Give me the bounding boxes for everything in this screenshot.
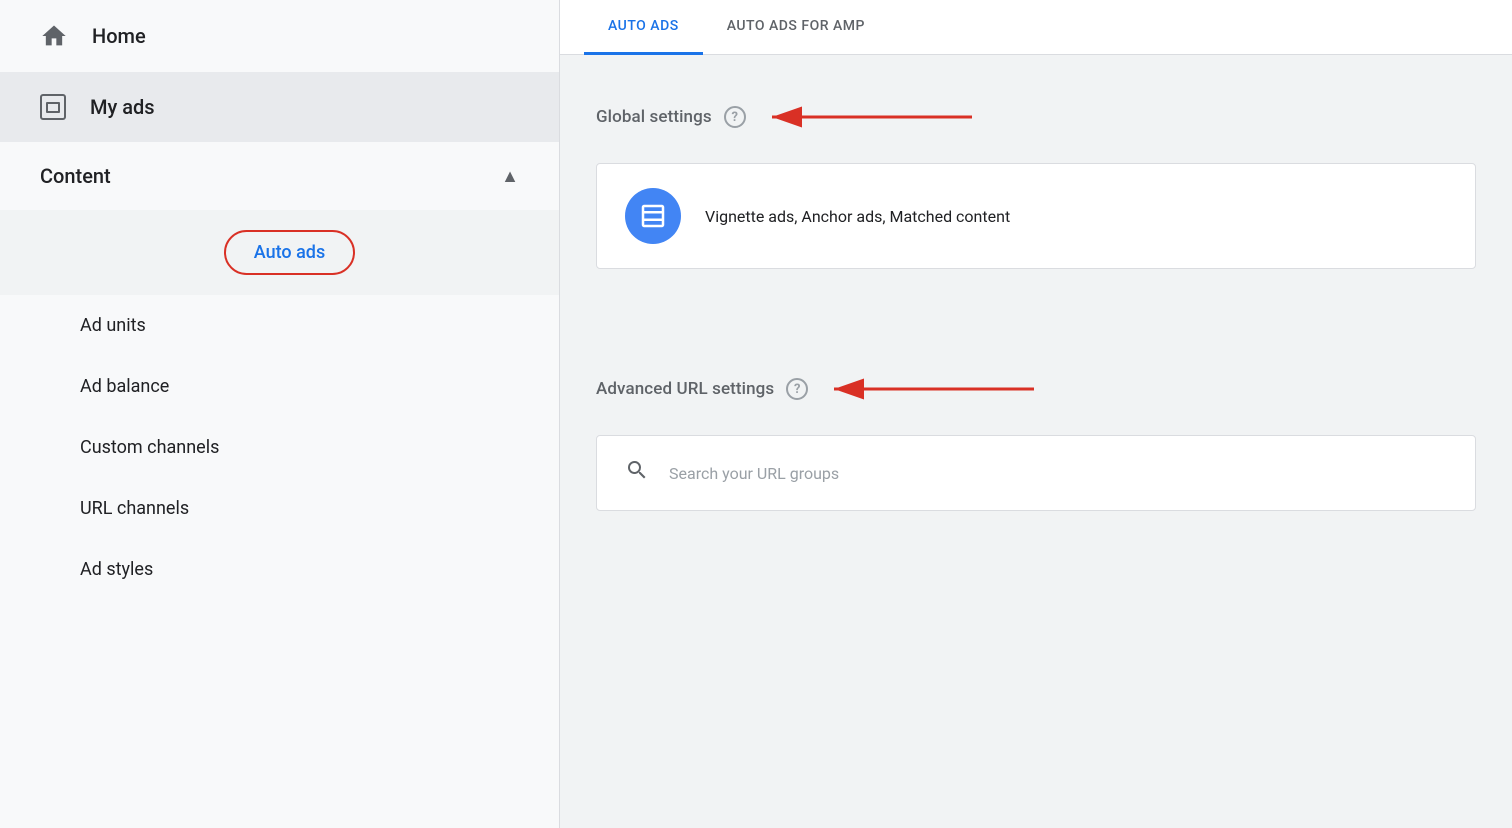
global-settings-help-icon[interactable]: ? [724,106,746,128]
home-icon [40,22,68,50]
advanced-url-settings-row: Advanced URL settings ? [596,375,1044,403]
auto-ads-circle-label: Auto ads [224,230,355,275]
sidebar-item-ad-styles[interactable]: Ad styles [0,539,559,600]
my-ads-icon [40,94,66,120]
sidebar: Home My ads Content ▲ Auto ads Ad units … [0,0,560,828]
global-settings-row: Global settings ? [596,103,982,131]
card-icon-circle [625,188,681,244]
sidebar-home-label: Home [92,24,146,48]
sidebar-ad-styles-label: Ad styles [80,559,153,580]
tab-auto-ads-label: AUTO ADS [608,18,679,34]
sidebar-item-home[interactable]: Home [0,0,559,72]
sidebar-custom-channels-label: Custom channels [80,437,219,458]
sidebar-item-auto-ads[interactable]: Auto ads [0,210,559,295]
global-settings-card: Vignette ads, Anchor ads, Matched conten… [596,163,1476,269]
advanced-url-settings-arrow [824,375,1044,403]
global-settings-header: Global settings ? [596,83,1476,147]
tab-auto-ads-amp-label: AUTO ADS FOR AMP [727,18,865,34]
sidebar-my-ads-label: My ads [90,95,155,119]
advanced-url-settings-section: Advanced URL settings ? [560,327,1512,529]
search-icon [625,458,649,488]
sidebar-ad-units-label: Ad units [80,315,146,336]
layers-icon [638,201,668,231]
card-text: Vignette ads, Anchor ads, Matched conten… [705,207,1010,226]
url-search-card[interactable]: Search your URL groups [596,435,1476,511]
sidebar-ad-balance-label: Ad balance [80,376,169,397]
tab-auto-ads[interactable]: AUTO ADS [584,0,703,55]
url-search-placeholder: Search your URL groups [669,464,839,483]
section-spacer [560,303,1512,327]
sidebar-item-my-ads[interactable]: My ads [0,72,559,142]
advanced-url-settings-help-label: ? [794,382,800,397]
sidebar-item-url-channels[interactable]: URL channels [0,478,559,539]
global-settings-arrow [762,103,982,131]
sidebar-item-ad-units[interactable]: Ad units [0,295,559,356]
global-settings-title: Global settings [596,107,712,127]
my-ads-icon-inner [46,102,60,113]
tabs-bar: AUTO ADS AUTO ADS FOR AMP [560,0,1512,55]
global-settings-help-label: ? [731,110,737,125]
tab-auto-ads-amp[interactable]: AUTO ADS FOR AMP [703,0,889,55]
sidebar-url-channels-label: URL channels [80,498,189,519]
sidebar-content-section[interactable]: Content ▲ [0,142,559,210]
main-content: AUTO ADS AUTO ADS FOR AMP Global setting… [560,0,1512,828]
sidebar-content-label: Content [40,164,111,188]
advanced-url-settings-title: Advanced URL settings [596,379,774,399]
sidebar-item-custom-channels[interactable]: Custom channels [0,417,559,478]
advanced-url-settings-help-icon[interactable]: ? [786,378,808,400]
advanced-url-settings-header: Advanced URL settings ? [596,355,1476,419]
sidebar-item-ad-balance[interactable]: Ad balance [0,356,559,417]
chevron-up-icon: ▲ [501,166,519,187]
global-settings-section: Global settings ? [560,55,1512,303]
